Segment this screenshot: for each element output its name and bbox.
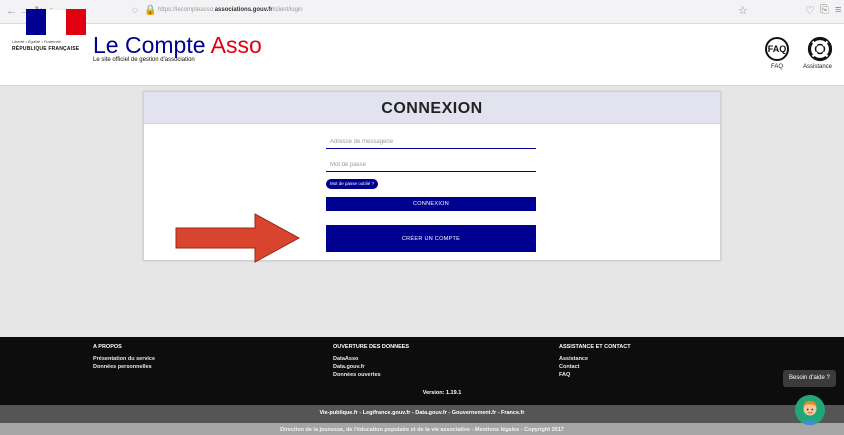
pocket-icon[interactable]: ♡: [805, 4, 815, 17]
footer-link-contact[interactable]: Contact: [559, 364, 579, 370]
tricolor-flag: [26, 9, 86, 35]
republic-motto: Liberté • Égalité • Fraternité: [12, 39, 61, 44]
forgot-password-button[interactable]: Mot de passe oublié ?: [326, 179, 379, 189]
footer-link-dataasso[interactable]: DataAsso: [333, 356, 358, 362]
site-title[interactable]: Le Compte Asso: [93, 33, 262, 57]
republic-label: RÉPUBLIQUE FRANÇAISE: [12, 46, 80, 52]
password-field[interactable]: [326, 159, 536, 172]
login-card-header: CONNEXION: [144, 92, 720, 124]
gov-links[interactable]: Vie-publique.fr - Legifrance.gouv.fr - D…: [0, 410, 844, 416]
faq-icon[interactable]: FAQ: [765, 37, 789, 61]
footer-open-data-title: OUVERTURE DES DONNEES: [333, 344, 410, 350]
address-bar[interactable]: https://lecompteasso.associations.gouv.f…: [158, 7, 303, 13]
help-bubble[interactable]: Besoin d'aide ?: [783, 370, 836, 387]
assistance-link-label[interactable]: Assistance: [803, 64, 832, 70]
login-button[interactable]: CONNEXION: [326, 197, 536, 211]
email-field[interactable]: [326, 136, 536, 149]
create-account-button[interactable]: CRÉER UN COMPTE: [326, 225, 536, 252]
footer-assistance-title: ASSISTANCE ET CONTACT: [559, 344, 631, 350]
footer-link-faq[interactable]: FAQ: [559, 372, 570, 378]
lock-icon[interactable]: 🔒: [144, 5, 156, 16]
marianne-logo[interactable]: Liberté • Égalité • Fraternité RÉPUBLIQU…: [12, 9, 88, 59]
footer-link-presentation[interactable]: Présentation du service: [93, 356, 155, 362]
browser-toolbar: ← → ↻ ⌂ ◌ 🔒 https://lecompteasso.associa…: [0, 0, 844, 24]
site-tagline: Le site officiel de gestion d'associatio…: [93, 57, 195, 63]
legal-text[interactable]: Direction de la jeunesse, de l'éducation…: [0, 427, 844, 433]
menu-icon[interactable]: ≡: [835, 4, 841, 16]
app-version: Version: 1.19.1: [422, 390, 462, 396]
footer-link-assistance[interactable]: Assistance: [559, 356, 588, 362]
gov-links-bar: Vie-publique.fr - Legifrance.gouv.fr - D…: [0, 405, 844, 423]
help-avatar-icon[interactable]: [795, 395, 825, 425]
footer-link-open-data[interactable]: Données ouvertes: [333, 372, 381, 378]
bookmark-star-icon[interactable]: ☆: [738, 4, 748, 17]
login-title: CONNEXION: [381, 100, 483, 117]
footer-link-personal-data[interactable]: Données personnelles: [93, 364, 152, 370]
legal-bar: Direction de la jeunesse, de l'éducation…: [0, 423, 844, 435]
lifebuoy-icon[interactable]: [807, 36, 833, 62]
faq-link-label[interactable]: FAQ: [771, 64, 783, 70]
site-footer: A PROPOS Présentation du service Données…: [0, 337, 844, 405]
annotation-arrow: [175, 213, 301, 263]
footer-about-title: A PROPOS: [93, 344, 122, 350]
library-icon[interactable]: ⎘: [820, 4, 829, 17]
shield-icon[interactable]: ◌: [132, 5, 138, 16]
footer-link-datagouv[interactable]: Data.gouv.fr: [333, 364, 365, 370]
